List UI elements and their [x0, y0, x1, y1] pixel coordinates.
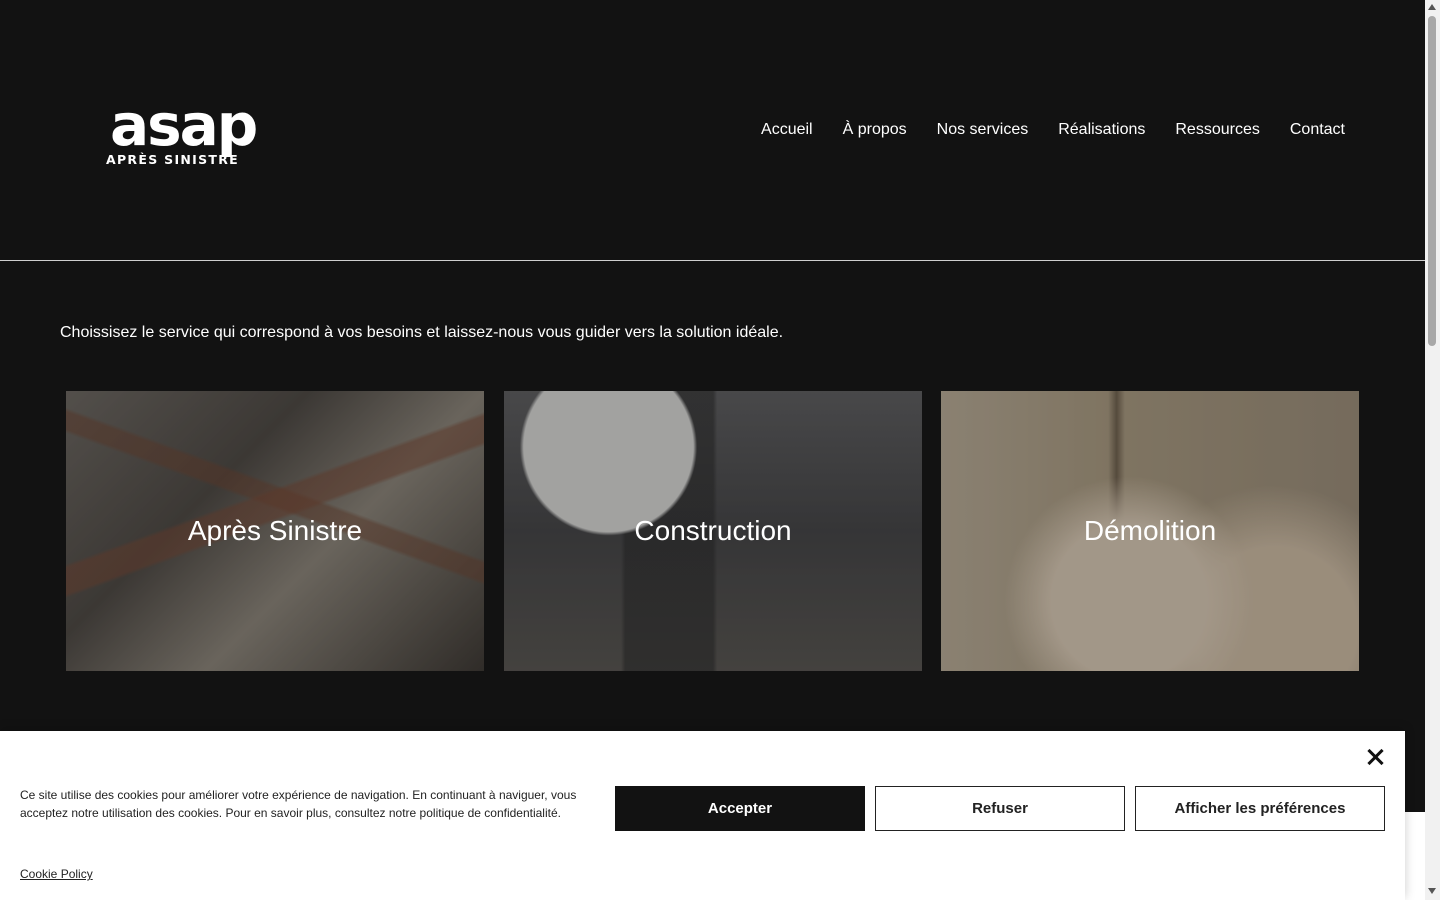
nav-item-realisations[interactable]: Réalisations [1058, 120, 1145, 140]
main-nav: Accueil À propos Nos services Réalisatio… [761, 120, 1345, 140]
page-background: asap APRÈS SINISTRE Accueil À propos Nos… [0, 0, 1425, 812]
nav-item-accueil[interactable]: Accueil [761, 120, 813, 140]
refuse-cookies-button[interactable]: Refuser [875, 786, 1125, 831]
nav-item-ressources[interactable]: Ressources [1175, 120, 1259, 140]
logo-subtitle: APRÈS SINISTRE [106, 152, 240, 167]
scroll-up-arrow-icon[interactable] [1428, 4, 1436, 10]
nav-item-contact[interactable]: Contact [1290, 120, 1345, 140]
cookie-preferences-button[interactable]: Afficher les préférences [1135, 786, 1385, 831]
scrollbar-thumb[interactable] [1428, 16, 1436, 346]
cookie-policy-link[interactable]: Cookie Policy [20, 867, 93, 881]
close-icon[interactable] [1365, 747, 1385, 767]
intro-text: Choissisez le service qui correspond à v… [60, 324, 784, 341]
service-card-apres-sinistre[interactable]: Après Sinistre [66, 391, 484, 671]
logo-wordmark: asap [110, 91, 258, 159]
service-card-demolition[interactable]: Démolition [941, 391, 1359, 671]
page-scrollbar[interactable] [1425, 0, 1440, 900]
service-card-title: Construction [634, 515, 792, 546]
cookie-message: Ce site utilise des cookies pour amélior… [20, 788, 577, 820]
service-card-title: Démolition [1083, 515, 1217, 546]
scroll-down-arrow-icon[interactable] [1428, 888, 1436, 894]
service-card-construction[interactable]: Construction [504, 391, 922, 671]
site-logo[interactable]: asap APRÈS SINISTRE [106, 96, 286, 170]
nav-item-a-propos[interactable]: À propos [843, 120, 907, 140]
service-card-title: Après Sinistre [187, 515, 363, 546]
site-header: asap APRÈS SINISTRE Accueil À propos Nos… [0, 0, 1425, 261]
accept-cookies-button[interactable]: Accepter [615, 786, 865, 831]
nav-item-nos-services[interactable]: Nos services [937, 120, 1029, 140]
